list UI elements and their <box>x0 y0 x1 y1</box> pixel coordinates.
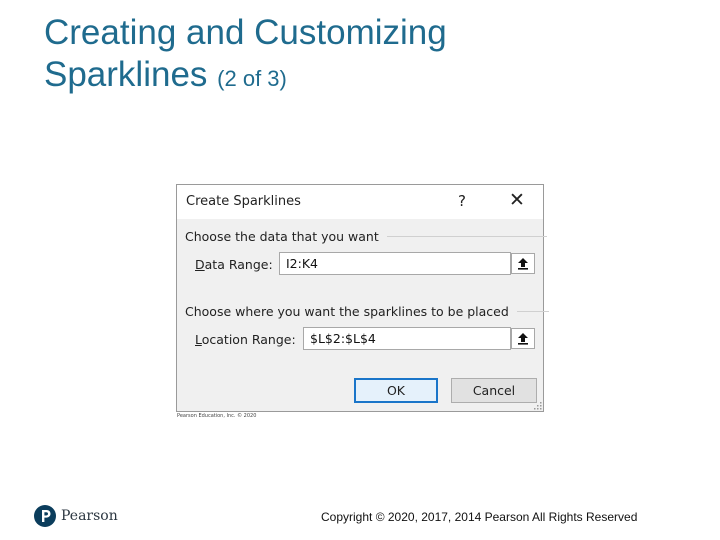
location-range-label-text: ocation Range: <box>201 332 296 347</box>
copyright-notice: Copyright © 2020, 2017, 2014 Pearson All… <box>321 510 638 524</box>
upload-arrow-icon <box>518 258 528 270</box>
upload-arrow-icon <box>518 333 528 345</box>
cancel-button[interactable]: Cancel <box>451 378 537 403</box>
slide-title: Creating and Customizing Sparklines (2 o… <box>44 12 447 100</box>
slide-subtitle: (2 of 3) <box>217 66 287 91</box>
close-icon[interactable]: ✕ <box>509 189 525 211</box>
slide-title-line1: Creating and Customizing <box>44 13 447 52</box>
location-range-collapse-button[interactable] <box>511 328 535 349</box>
location-range-accel-key: L <box>195 332 202 347</box>
group-divider <box>386 236 547 237</box>
data-range-input[interactable] <box>279 252 511 275</box>
data-range-collapse-button[interactable] <box>511 253 535 274</box>
pearson-p-icon <box>34 505 56 527</box>
location-group-header: Choose where you want the sparklines to … <box>185 304 549 319</box>
slide-title-line2: Sparklines <box>44 55 208 94</box>
pearson-logo: Pearson <box>34 505 118 527</box>
location-range-label: Location Range: <box>195 332 296 347</box>
group-divider <box>516 311 549 312</box>
data-range-accel-key: D <box>195 257 205 272</box>
location-group-label: Choose where you want the sparklines to … <box>185 304 509 319</box>
data-group-header: Choose the data that you want <box>185 229 547 244</box>
ok-button[interactable]: OK <box>354 378 438 403</box>
help-icon[interactable]: ? <box>458 192 466 210</box>
location-range-input[interactable] <box>303 327 511 350</box>
dialog-titlebar[interactable]: Create Sparklines ? ✕ <box>177 185 543 219</box>
data-range-label: Data Range: <box>195 257 273 272</box>
dialog-title: Create Sparklines <box>186 194 301 209</box>
resize-grip-icon[interactable] <box>533 401 542 410</box>
logo-wordmark: Pearson <box>61 508 118 524</box>
data-range-label-text: ata Range: <box>204 257 273 272</box>
data-group-label: Choose the data that you want <box>185 229 379 244</box>
image-credit: Pearson Education, Inc. © 2020 <box>177 413 257 419</box>
create-sparklines-dialog: Create Sparklines ? ✕ Choose the data th… <box>176 184 549 412</box>
